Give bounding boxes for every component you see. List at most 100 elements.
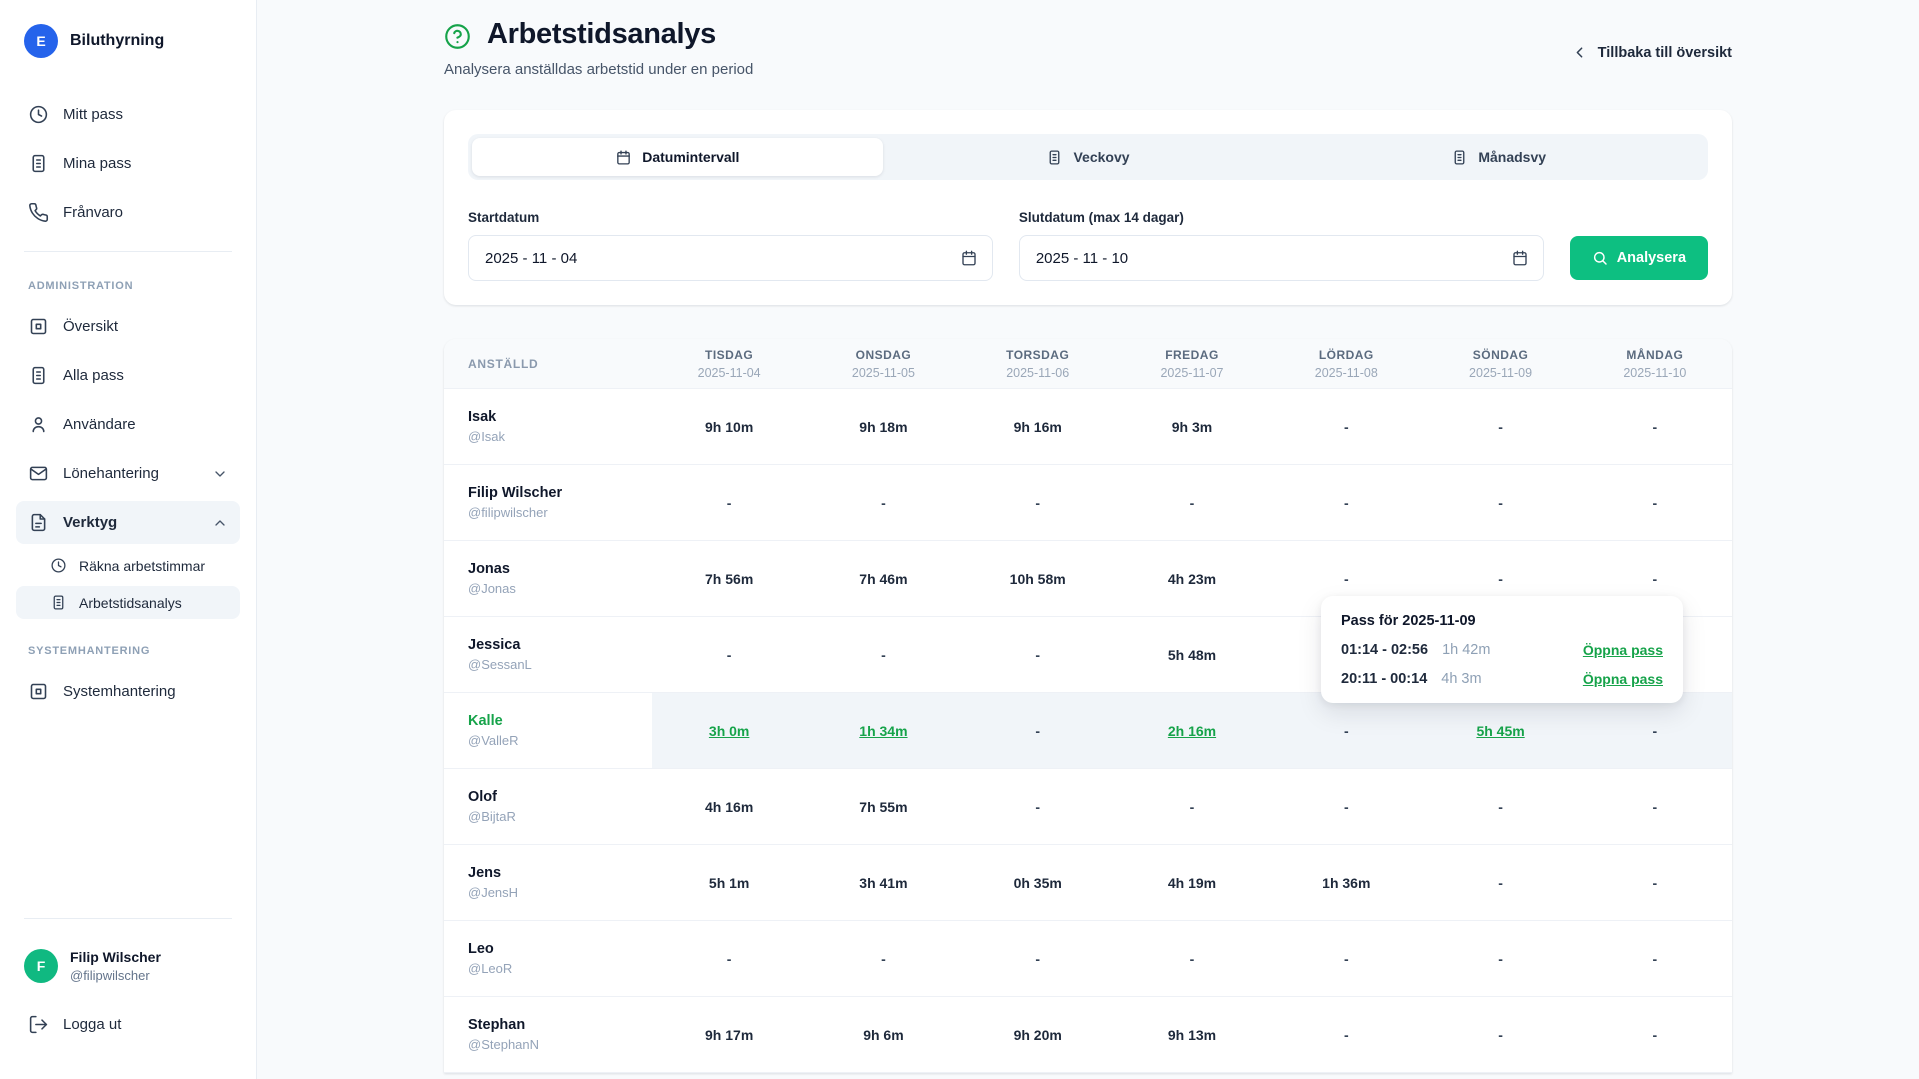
section-label-administration: ADMINISTRATION	[16, 280, 240, 292]
list-document-icon	[1046, 149, 1063, 166]
day-cell: 7h 46m	[806, 541, 960, 616]
sidebar-item-lonehantering[interactable]: Lönehantering	[16, 452, 240, 495]
sidebar-item-label: Lönehantering	[63, 465, 159, 482]
open-shift-link[interactable]: 2h 16m	[1168, 723, 1216, 739]
table-row[interactable]: Filip Wilscher @filipwilscher -------	[444, 465, 1732, 541]
back-to-overview-link[interactable]: Tillbaka till översikt	[1571, 44, 1732, 61]
date-label: 2025-11-07	[1115, 366, 1269, 380]
employee-cell: Kalle @ValleR	[444, 693, 652, 768]
employee-cell: Stephan @StephanN	[444, 997, 652, 1072]
day-cell: -	[961, 617, 1115, 692]
calendar-icon[interactable]	[960, 249, 978, 267]
employee-handle: @Isak	[468, 429, 652, 444]
sidebar-subitem-arbetstidsanalys[interactable]: Arbetstidsanalys	[16, 586, 240, 619]
employee-cell: Jessica @SessanL	[444, 617, 652, 692]
employee-name: Jonas	[468, 561, 652, 577]
sidebar-item-mina-pass[interactable]: Mina pass	[16, 142, 240, 185]
day-cell[interactable]: 1h 34m	[806, 693, 960, 768]
date-label: 2025-11-09	[1423, 366, 1577, 380]
day-cell: -	[1578, 997, 1732, 1072]
list-document-icon	[28, 365, 49, 386]
table-row[interactable]: Stephan @StephanN 9h 17m9h 6m9h 20m9h 13…	[444, 997, 1732, 1073]
table-row[interactable]: Leo @LeoR -------	[444, 921, 1732, 997]
search-icon	[1592, 250, 1608, 266]
employee-handle: @SessanL	[468, 657, 652, 672]
table-row[interactable]: Isak @Isak 9h 10m9h 18m9h 16m9h 3m---	[444, 389, 1732, 465]
tab-manadsvy[interactable]: Månadsvy	[1293, 138, 1704, 176]
day-cell: 0h 35m	[961, 845, 1115, 920]
column-header-day: TISDAG2025-11-04	[652, 348, 806, 380]
sidebar-item-alla-pass[interactable]: Alla pass	[16, 354, 240, 397]
analyze-button[interactable]: Analysera	[1570, 236, 1708, 280]
list-document-icon	[50, 594, 67, 611]
day-cell: -	[1578, 921, 1732, 996]
day-cell: -	[1423, 921, 1577, 996]
tab-veckovy[interactable]: Veckovy	[883, 138, 1294, 176]
day-cell: -	[961, 921, 1115, 996]
day-cell: -	[1115, 769, 1269, 844]
back-link-label: Tillbaka till översikt	[1598, 45, 1732, 61]
employee-cell: Isak @Isak	[444, 389, 652, 464]
employee-handle: @Jonas	[468, 581, 652, 596]
sidebar-item-oversikt[interactable]: Översikt	[16, 305, 240, 348]
weekday-label: ONSDAG	[806, 348, 960, 362]
day-cell: 4h 16m	[652, 769, 806, 844]
table-row[interactable]: Olof @BijtaR 4h 16m7h 55m-----	[444, 769, 1732, 845]
open-shift-link[interactable]: 1h 34m	[859, 723, 907, 739]
sidebar-subitem-label: Räkna arbetstimmar	[79, 558, 205, 574]
table-row[interactable]: Kalle @ValleR 3h 0m1h 34m-2h 16m-5h 45m-	[444, 693, 1732, 769]
day-cell: -	[1269, 997, 1423, 1072]
start-date-value: 2025 - 11 - 04	[485, 250, 577, 267]
start-date-input[interactable]: 2025 - 11 - 04	[468, 235, 993, 281]
day-cell[interactable]: 5h 45m	[1423, 693, 1577, 768]
calendar-icon[interactable]	[1511, 249, 1529, 267]
employee-name: Kalle	[468, 713, 652, 729]
company-name: Biluthyrning	[70, 32, 164, 50]
mail-icon	[28, 463, 49, 484]
sidebar-divider	[24, 918, 232, 919]
sidebar-item-verktyg[interactable]: Verktyg	[16, 501, 240, 544]
open-shift-link[interactable]: Öppna pass	[1583, 671, 1663, 687]
day-cell: 9h 16m	[961, 389, 1115, 464]
sidebar-item-anvandare[interactable]: Användare	[16, 403, 240, 446]
employee-cell: Leo @LeoR	[444, 921, 652, 996]
column-header-day: ONSDAG2025-11-05	[806, 348, 960, 380]
day-cell: -	[1578, 845, 1732, 920]
overview-icon	[28, 316, 49, 337]
day-cell: 9h 10m	[652, 389, 806, 464]
tab-datumintervall[interactable]: Datumintervall	[472, 138, 883, 176]
brand: E Biluthyrning	[16, 24, 240, 58]
day-cell: 9h 17m	[652, 997, 806, 1072]
weekday-label: FREDAG	[1115, 348, 1269, 362]
employee-cell: Jens @JensH	[444, 845, 652, 920]
user-avatar: F	[24, 949, 58, 983]
end-date-input[interactable]: 2025 - 11 - 10	[1019, 235, 1544, 281]
day-cell[interactable]: 3h 0m	[652, 693, 806, 768]
open-shift-link[interactable]: 5h 45m	[1476, 723, 1524, 739]
day-cell[interactable]: 2h 16m	[1115, 693, 1269, 768]
open-shift-link[interactable]: Öppna pass	[1583, 642, 1663, 658]
day-cell: 9h 3m	[1115, 389, 1269, 464]
shift-time: 20:11 - 00:14	[1341, 671, 1427, 687]
day-cell: 9h 13m	[1115, 997, 1269, 1072]
sidebar-item-mitt-pass[interactable]: Mitt pass	[16, 93, 240, 136]
table-row[interactable]: Jens @JensH 5h 1m3h 41m0h 35m4h 19m1h 36…	[444, 845, 1732, 921]
day-cell: -	[1269, 465, 1423, 540]
user-handle: @filipwilscher	[70, 968, 161, 983]
sidebar-subitem-rakna-arbetstimmar[interactable]: Räkna arbetstimmar	[16, 549, 240, 582]
day-cell: 7h 56m	[652, 541, 806, 616]
popover-shift-row: 01:14 - 02:56 1h 42m Öppna pass	[1341, 642, 1663, 658]
help-circle-icon[interactable]	[444, 23, 471, 50]
user-icon	[28, 414, 49, 435]
day-cell: 3h 41m	[806, 845, 960, 920]
open-shift-link[interactable]: 3h 0m	[709, 723, 749, 739]
column-header-day: TORSDAG2025-11-06	[961, 348, 1115, 380]
sidebar-subitem-label: Arbetstidsanalys	[79, 595, 182, 611]
column-header-day: MÅNDAG2025-11-10	[1578, 348, 1732, 380]
sidebar-item-franvaro[interactable]: Frånvaro	[16, 191, 240, 234]
logout-button[interactable]: Logga ut	[16, 1003, 240, 1046]
chevron-up-icon	[212, 515, 228, 531]
employee-cell: Jonas @Jonas	[444, 541, 652, 616]
sidebar-item-systemhantering[interactable]: Systemhantering	[16, 670, 240, 713]
chevron-left-icon	[1571, 44, 1588, 61]
